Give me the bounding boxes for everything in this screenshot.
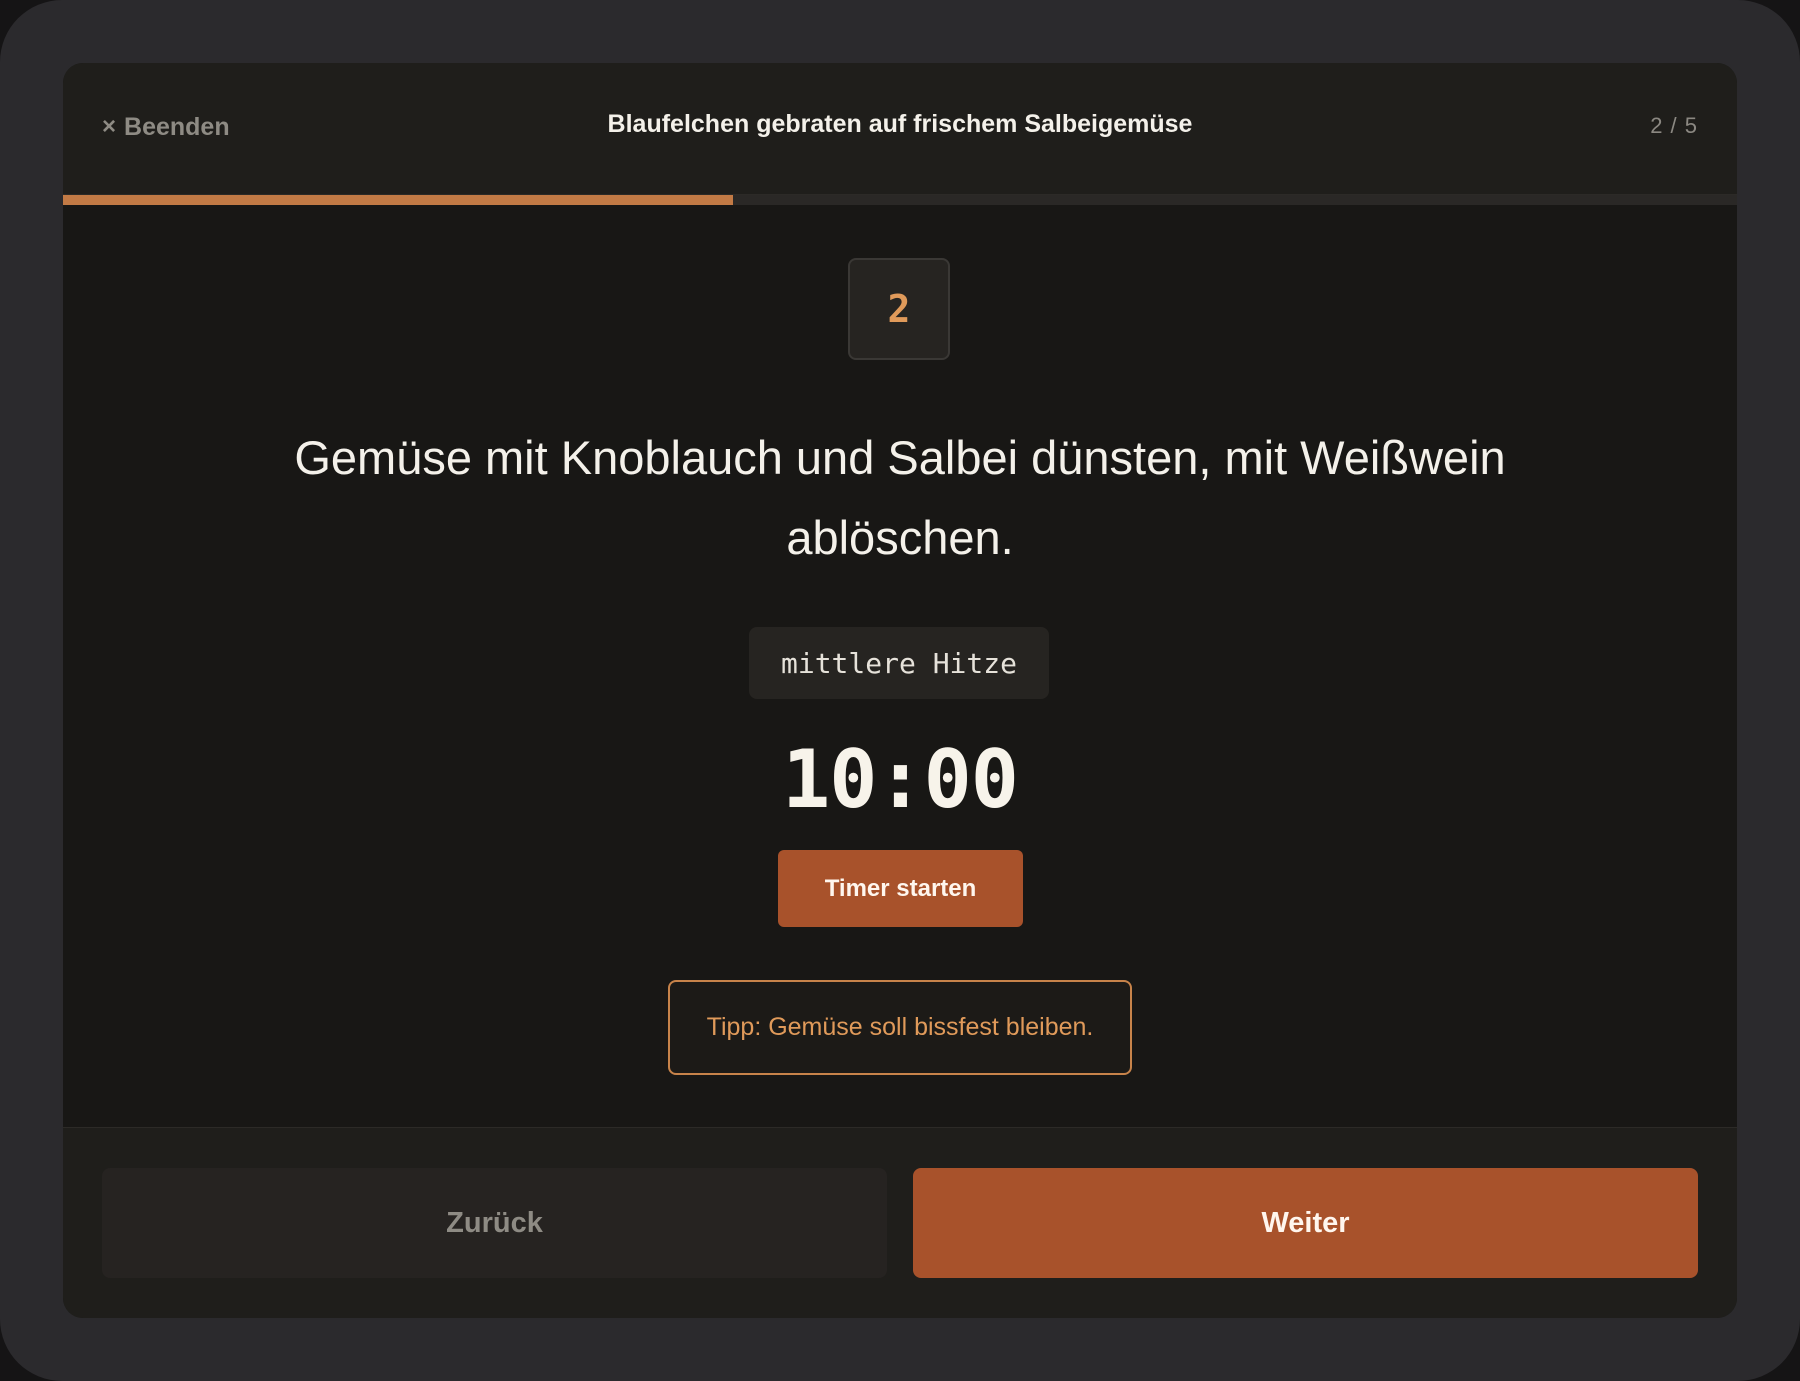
progress-fill [63,195,733,205]
header-bar: × Beenden Blaufelchen gebraten auf frisc… [63,63,1737,195]
footer-bar: Zurück Weiter [63,1127,1737,1318]
step-counter: 2 / 5 [1650,113,1698,138]
step-instruction: Gemüse mit Knoblauch und Salbei dünsten,… [294,431,1506,564]
tip-box: Tipp: Gemüse soll bissfest bleiben. [668,980,1132,1075]
start-timer-button[interactable]: Timer starten [778,850,1023,927]
cooking-mode-panel: × Beenden Blaufelchen gebraten auf frisc… [63,63,1737,1318]
next-button[interactable]: Weiter [913,1168,1698,1278]
progress-bar [63,195,1737,205]
back-button[interactable]: Zurück [102,1168,887,1278]
heat-level-chip: mittlere Hitze [749,627,1049,699]
recipe-title: Blaufelchen gebraten auf frischem Salbei… [607,110,1193,138]
step-number-badge: 2 [848,258,950,360]
timer-display: 10:00 [782,733,1019,826]
device-frame: × Beenden Blaufelchen gebraten auf frisc… [0,0,1800,1381]
